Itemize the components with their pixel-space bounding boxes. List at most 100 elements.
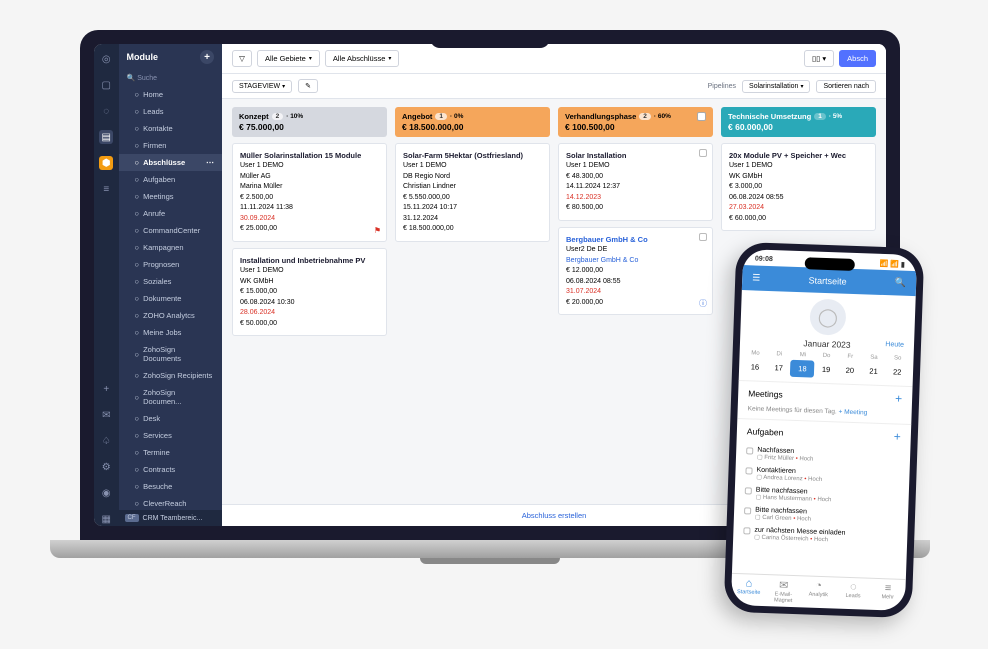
day-22[interactable]: 22 <box>885 363 909 381</box>
day-18[interactable]: 18 <box>790 360 814 378</box>
phone-tabbar: ⌂Startseite✉E-Mail-Magnet◔Analytik◌Leads… <box>731 573 906 611</box>
task-checkbox[interactable] <box>745 467 752 474</box>
stageview-button[interactable]: STAGEVIEW <box>232 80 292 93</box>
today-link[interactable]: Heute <box>885 341 904 349</box>
sidebar-item-leads[interactable]: ○Leads <box>119 103 222 120</box>
sidebar-item-cleverreach[interactable]: ○CleverReach <box>119 495 222 510</box>
tasks-title: Aufgaben <box>747 426 784 437</box>
sidebar-item-home[interactable]: ○Home <box>119 86 222 103</box>
avatar[interactable]: ◯ <box>809 298 846 335</box>
deal-card[interactable]: Bergbauer GmbH & CoUser2 De DEBergbauer … <box>558 227 713 315</box>
tab-e-mail-magnet[interactable]: ✉E-Mail-Magnet <box>766 578 802 604</box>
tab-mehr[interactable]: ≡Mehr <box>870 582 906 608</box>
pipeline-select[interactable]: Solarinstallation <box>742 80 810 93</box>
sidebar-item-kontakte[interactable]: ○Kontakte <box>119 120 222 137</box>
sidebar-item-abschl-sse[interactable]: ○Abschlüsse⋯ <box>119 154 222 171</box>
sidebar-item-soziales[interactable]: ○Soziales <box>119 273 222 290</box>
sidebar-item-zohosign-documen-[interactable]: ○ZohoSign Documen... <box>119 384 222 410</box>
day-19[interactable]: 19 <box>814 361 838 379</box>
rail-accent-icon[interactable]: ⬢ <box>99 156 113 170</box>
sidebar-item-meine-jobs[interactable]: ○Meine Jobs <box>119 324 222 341</box>
deal-card[interactable]: Installation und Inbetriebnahme PVUser 1… <box>232 248 387 336</box>
edit-view-button[interactable]: ✎ <box>298 79 318 93</box>
kanban-column: Konzept 2 · 10%€ 75.000,00 Müller Solarin… <box>232 107 387 496</box>
day-16[interactable]: 16 <box>743 358 767 376</box>
sidebar-item-zoho-analytcs[interactable]: ○ZOHO Analytcs <box>119 307 222 324</box>
search-icon[interactable]: 🔍 <box>895 277 907 288</box>
filter-icon-button[interactable]: ▽ <box>232 50 252 67</box>
sidebar-item-commandcenter[interactable]: ○CommandCenter <box>119 222 222 239</box>
tasks-section: Aufgaben + Nachfassen▢ Fritz Müller • Ho… <box>733 418 911 549</box>
meetings-title: Meetings <box>748 388 783 399</box>
rail-logo: ◎ <box>99 52 113 66</box>
column-header[interactable]: Verhandlungsphase 2 · 60%€ 100.500,00 <box>558 107 713 137</box>
phone-device: 09:08 📶 📶 ▮ ☰ Startseite 🔍 ◯ Januar 2023… <box>724 242 925 618</box>
card-checkbox[interactable] <box>699 233 707 241</box>
sidebar-item-dokumente[interactable]: ○Dokumente <box>119 290 222 307</box>
kanban-column: Verhandlungsphase 2 · 60%€ 100.500,00 Sol… <box>558 107 713 496</box>
sidebar-item-kampagnen[interactable]: ○Kampagnen <box>119 239 222 256</box>
column-header[interactable]: Angebot 1 · 0%€ 18.500.000,00 <box>395 107 550 137</box>
rail-bell-icon[interactable]: ♤ <box>99 434 113 448</box>
task-checkbox[interactable] <box>746 447 753 454</box>
rail-avatar-icon[interactable]: ◉ <box>99 486 113 500</box>
sidebar-item-anrufe[interactable]: ○Anrufe <box>119 205 222 222</box>
sidebar-item-desk[interactable]: ○Desk <box>119 410 222 427</box>
sort-button[interactable]: Sortieren nach <box>816 80 876 93</box>
view-toggle-button[interactable]: ▯▯ ▾ <box>804 50 834 67</box>
add-meeting-button[interactable]: + <box>895 391 902 405</box>
card-checkbox[interactable] <box>699 149 707 157</box>
menu-icon[interactable]: ☰ <box>752 272 760 283</box>
create-deal-button[interactable]: Absch <box>839 50 876 67</box>
flag-icon: ⚑ <box>374 225 381 237</box>
day-17[interactable]: 17 <box>767 359 791 377</box>
toolbar: ▽ Alle Gebiete Alle Abschlüsse ▯▯ ▾ Absc… <box>222 44 886 74</box>
deal-card[interactable]: Solar-Farm 5Hektar (Ostfriesland)User 1 … <box>395 143 550 242</box>
column-header[interactable]: Technische Umsetzung 1 · 5%€ 60.000,00 <box>721 107 876 137</box>
rail-mail-icon[interactable]: ✉ <box>99 408 113 422</box>
column-checkbox[interactable] <box>697 112 706 121</box>
rail-analytics-icon[interactable]: ≡ <box>99 182 113 196</box>
sidebar-item-meetings[interactable]: ○Meetings <box>119 188 222 205</box>
rail-apps-icon[interactable]: ▦ <box>99 512 113 526</box>
sidebar-search[interactable]: 🔍 Suche <box>119 70 222 86</box>
sidebar-item-aufgaben[interactable]: ○Aufgaben <box>119 171 222 188</box>
task-checkbox[interactable] <box>744 507 751 514</box>
sidebar-footer[interactable]: CF CRM Teambereic... <box>119 510 222 526</box>
task-checkbox[interactable] <box>745 487 752 494</box>
sidebar-list: ○Home○Leads○Kontakte○Firmen○Abschlüsse⋯○… <box>119 86 222 510</box>
deal-card[interactable]: Solar InstallationUser 1 DEMO€ 48.300,00… <box>558 143 713 221</box>
sidebar-item-termine[interactable]: ○Termine <box>119 444 222 461</box>
deal-card[interactable]: 20x Module PV + Speicher + WecUser 1 DEM… <box>721 143 876 231</box>
sidebar-item-besuche[interactable]: ○Besuche <box>119 478 222 495</box>
tab-leads[interactable]: ◌Leads <box>835 581 871 607</box>
sidebar-title: Module <box>127 52 159 62</box>
kanban-column: Angebot 1 · 0%€ 18.500.000,00 Solar-Farm … <box>395 107 550 496</box>
task-checkbox[interactable] <box>743 527 750 534</box>
sidebar-item-prognosen[interactable]: ○Prognosen <box>119 256 222 273</box>
sidebar-item-firmen[interactable]: ○Firmen <box>119 137 222 154</box>
column-header[interactable]: Konzept 2 · 10%€ 75.000,00 <box>232 107 387 137</box>
sidebar-item-zohosign-recipients[interactable]: ○ZohoSign Recipients <box>119 367 222 384</box>
tab-startseite[interactable]: ⌂Startseite <box>731 577 767 603</box>
sidebar-item-contracts[interactable]: ○Contracts <box>119 461 222 478</box>
rail-gear-icon[interactable]: ⚙ <box>99 460 113 474</box>
sidebar-add-button[interactable]: + <box>200 50 214 64</box>
deal-card[interactable]: Müller Solarinstallation 15 ModuleUser 1… <box>232 143 387 242</box>
rail-plus-icon[interactable]: + <box>99 382 113 396</box>
rail-chat-icon[interactable]: ◌ <box>99 104 113 118</box>
day-20[interactable]: 20 <box>838 361 862 379</box>
filter-gebiete[interactable]: Alle Gebiete <box>257 50 320 67</box>
sub-toolbar: STAGEVIEW ✎ Pipelines Solarinstallation … <box>222 74 886 99</box>
tab-analytik[interactable]: ◔Analytik <box>800 579 836 605</box>
sidebar-item-services[interactable]: ○Services <box>119 427 222 444</box>
filter-abschluesse[interactable]: Alle Abschlüsse <box>325 50 400 67</box>
rail-folder-icon[interactable]: ▢ <box>99 78 113 92</box>
rail-modules-icon[interactable]: ▤ <box>99 130 113 144</box>
add-meeting-link[interactable]: + Meeting <box>838 409 867 417</box>
info-icon[interactable]: ⓘ <box>699 298 707 310</box>
sidebar-item-zohosign-documents[interactable]: ○ZohoSign Documents <box>119 341 222 367</box>
day-21[interactable]: 21 <box>861 362 885 380</box>
phone-screen: 09:08 📶 📶 ▮ ☰ Startseite 🔍 ◯ Januar 2023… <box>731 249 917 611</box>
add-task-button[interactable]: + <box>894 429 901 443</box>
